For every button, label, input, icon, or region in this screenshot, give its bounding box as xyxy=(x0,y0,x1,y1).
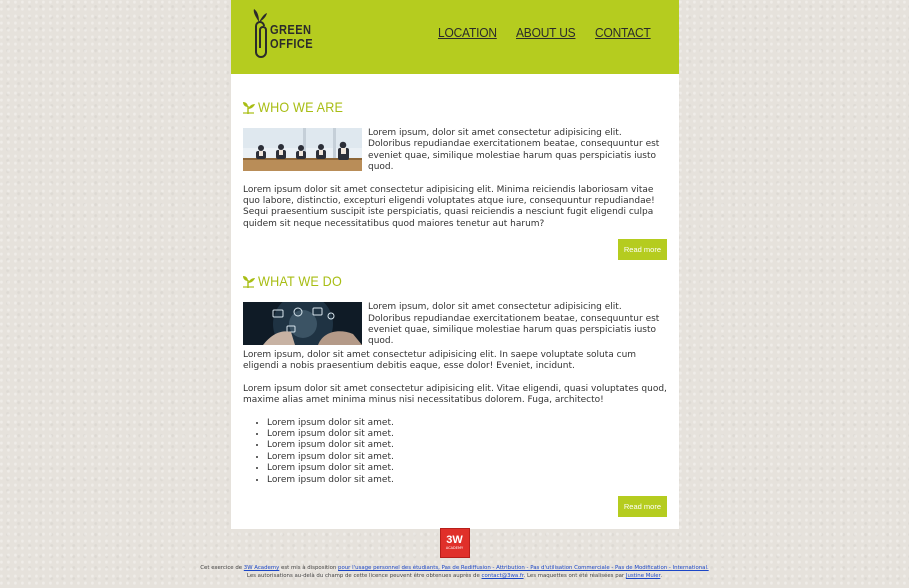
credits-text: est mis à disposition xyxy=(279,565,339,571)
logo-text: GREEN OFFICE xyxy=(270,23,313,51)
logo-line-2: OFFICE xyxy=(270,36,314,51)
bullet-list: Lorem ipsum dolor sit amet. Lorem ipsum … xyxy=(267,418,667,486)
nav-about-link[interactable]: ABOUT US xyxy=(516,25,576,40)
list-item: Lorem ipsum dolor sit amet. xyxy=(267,440,667,451)
who-intro-text: Lorem ipsum, dolor sit amet consectetur … xyxy=(368,128,660,173)
technology-touch-photo xyxy=(243,302,362,346)
main-nav: LOCATION ABOUT US CONTACT xyxy=(438,25,655,40)
list-item: Lorem ipsum dolor sit amet. xyxy=(267,463,667,474)
what-intro-row: Lorem ipsum, dolor sit amet consectetur … xyxy=(243,302,667,348)
what-intro-text: Lorem ipsum, dolor sit amet consectetur … xyxy=(368,302,660,347)
credits-text: . Les maquettes ont été réalisées par xyxy=(523,573,626,579)
contact-email-link[interactable]: contact@3wa.fr xyxy=(482,573,524,579)
section-heading: WHO WE ARE xyxy=(258,99,344,115)
section-title-what: WHAT WE DO xyxy=(243,272,667,290)
list-item: Lorem ipsum dolor sit amet. xyxy=(267,452,667,463)
section-title-who: WHO WE ARE xyxy=(243,98,667,116)
academy-link[interactable]: 3W Academy xyxy=(244,565,280,571)
credits-text: . xyxy=(660,573,663,579)
nav-location-link[interactable]: LOCATION xyxy=(438,25,497,40)
license-link[interactable]: pour l'usage personnel des étudiants, Pa… xyxy=(338,565,709,571)
who-button-wrap: Read more xyxy=(243,239,667,261)
read-more-button[interactable]: Read more xyxy=(617,495,667,517)
what-body-text-2: Lorem ipsum dolor sit amet consectetur a… xyxy=(243,383,667,406)
badge-main-text: 3W xyxy=(446,534,463,546)
logo[interactable]: GREEN OFFICE xyxy=(250,8,321,60)
list-item: Lorem ipsum dolor sit amet. xyxy=(267,475,667,486)
who-intro-row: Lorem ipsum, dolor sit amet consectetur … xyxy=(243,128,667,174)
credits-text: Les autorisations au-delà du champ de ce… xyxy=(246,573,482,579)
page-container: GREEN OFFICE LOCATION ABOUT US CONTACT W… xyxy=(231,0,679,529)
site-header: GREEN OFFICE LOCATION ABOUT US CONTACT xyxy=(231,0,679,74)
list-item: Lorem ipsum dolor sit amet. xyxy=(267,429,667,440)
nav-contact-link[interactable]: CONTACT xyxy=(595,25,651,40)
credits-line-2: Les autorisations au-delà du champ de ce… xyxy=(0,572,909,580)
read-more-button[interactable]: Read more xyxy=(617,239,667,261)
main-content: WHO WE ARE Lorem ipsum, dolor sit amet c… xyxy=(231,74,679,529)
list-item: Lorem ipsum dolor sit amet. xyxy=(267,418,667,429)
credits-line-1: Cet exercice de 3W Academy est mis à dis… xyxy=(0,564,909,572)
site-footer: 3W ACADEMY Cet exercice de 3W Academy es… xyxy=(0,528,909,580)
what-button-wrap: Read more xyxy=(243,495,667,517)
logo-line-1: GREEN xyxy=(270,22,312,37)
section-heading: WHAT WE DO xyxy=(258,273,342,290)
who-body-text: Lorem ipsum dolor sit amet consectetur a… xyxy=(243,184,655,229)
what-body-text-1: Lorem ipsum, dolor sit amet consectetur … xyxy=(243,349,637,372)
credits-text: Cet exercice de xyxy=(200,565,244,571)
leaf-icon xyxy=(243,275,255,288)
paperclip-sprout-icon xyxy=(253,9,267,58)
footer-credits: Cet exercice de 3W Academy est mis à dis… xyxy=(0,564,909,580)
badge-sub-text: ACADEMY xyxy=(445,546,464,550)
leaf-icon xyxy=(243,101,255,114)
team-meeting-photo xyxy=(243,128,362,171)
author-link[interactable]: Justine Muler xyxy=(626,573,660,579)
academy-logo-badge[interactable]: 3W ACADEMY xyxy=(439,528,470,558)
